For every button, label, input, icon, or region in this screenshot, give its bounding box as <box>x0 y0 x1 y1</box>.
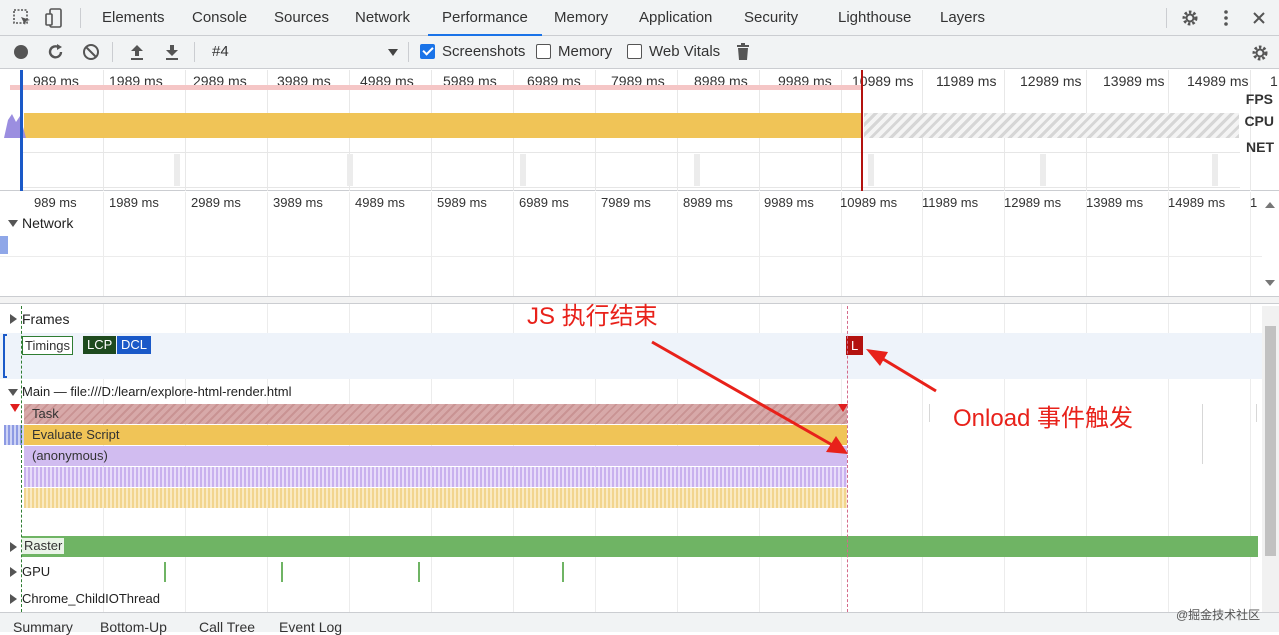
tab-summary[interactable]: Summary <box>13 619 73 635</box>
tab-event-log[interactable]: Event Log <box>279 619 342 635</box>
bottom-tab-bar <box>0 612 1279 632</box>
tab-bottom-up[interactable]: Bottom-Up <box>100 619 167 635</box>
tab-call-tree[interactable]: Call Tree <box>199 619 255 635</box>
annotation-arrows <box>651 340 937 454</box>
watermark: @掘金技术社区 <box>1176 608 1261 622</box>
